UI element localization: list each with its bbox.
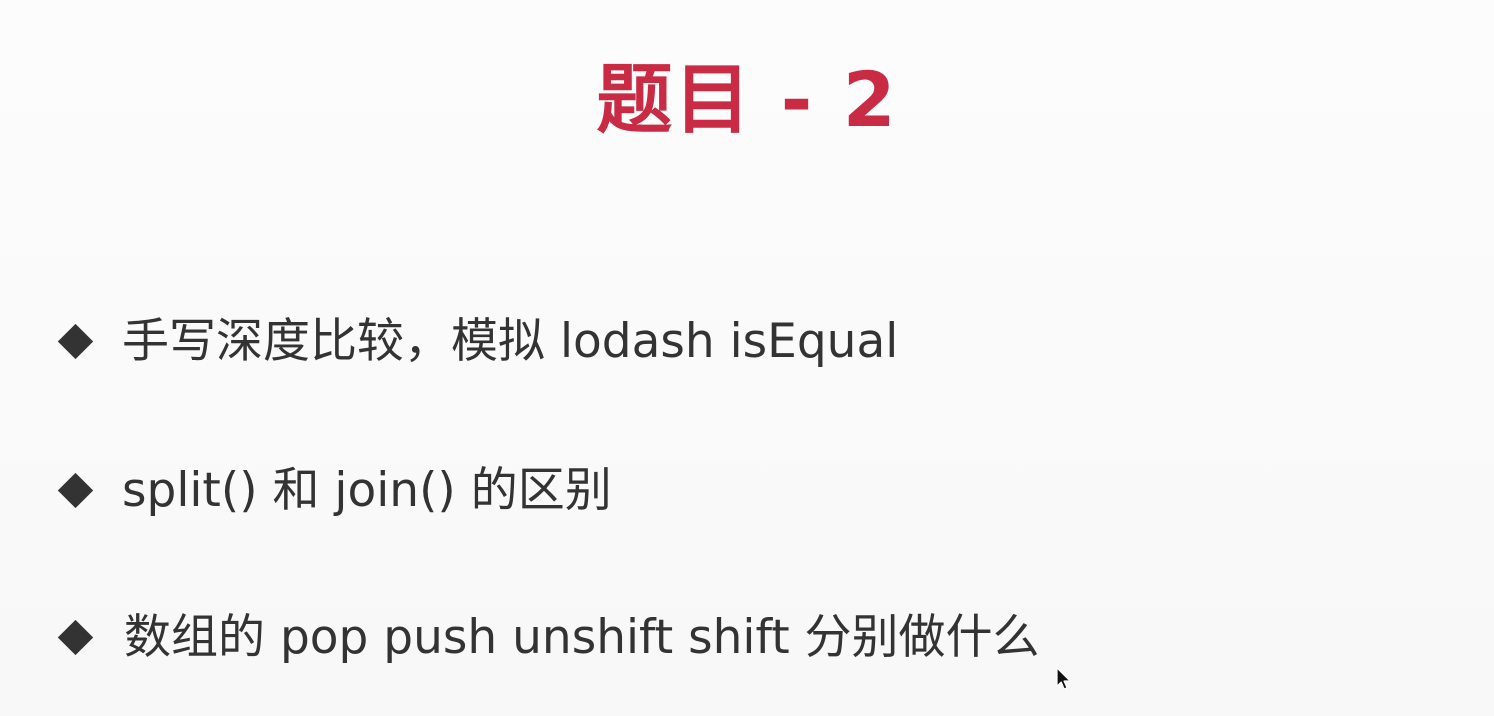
diamond-bullet-icon [57, 472, 94, 508]
bullet-item: split() 和 join() 的区别 [56, 460, 612, 520]
bullet-item: 数组的 pop push unshift shift 分别做什么 [56, 607, 1040, 667]
diamond-bullet-icon [57, 619, 94, 655]
bullet-text: 数组的 pop push unshift shift 分别做什么 [124, 609, 1040, 665]
mouse-pointer-icon [1056, 667, 1071, 690]
slide: 题目 - 2 手写深度比较，模拟 lodash isEqual split() … [0, 0, 1494, 716]
bullet-item: 手写深度比较，模拟 lodash isEqual [56, 311, 898, 371]
bullet-text: split() 和 join() 的区别 [122, 462, 612, 518]
bullet-text: 手写深度比较，模拟 lodash isEqual [122, 313, 899, 369]
diamond-bullet-icon [57, 323, 94, 359]
slide-title: 题目 - 2 [596, 55, 898, 144]
